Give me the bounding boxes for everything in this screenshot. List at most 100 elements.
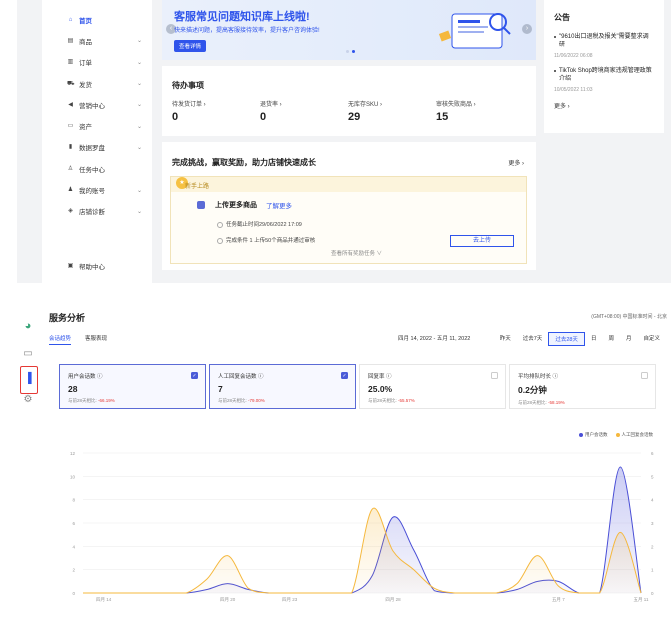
- sidebar-item-label: 发货: [79, 81, 92, 89]
- x-tick: 五月 11: [634, 597, 649, 603]
- todo-panel: 待办事项 待发货订单 › 0 退货率 › 0 无库存SKU › 29 审核失败商品 › 15: [162, 66, 536, 136]
- task-deadline: 任务截止时间29/06/2022 17:09: [217, 220, 302, 228]
- y-tick-right: 6: [651, 451, 654, 456]
- sidebar-item[interactable]: ◀ 营销中心 ⌄: [42, 94, 152, 115]
- sidebar-item-label: 资产: [79, 124, 92, 132]
- sidebar-item[interactable]: ▥ 订单 ⌄: [42, 52, 152, 73]
- chevron-down-icon[interactable]: ⌄: [137, 187, 142, 194]
- sidebar-item-label: 商品: [79, 38, 92, 46]
- gear-icon[interactable]: ⚙: [21, 393, 35, 407]
- banner-detail-button[interactable]: 查看详情: [174, 40, 207, 52]
- y-tick-right: 1: [651, 568, 654, 573]
- announcement-panel: 公告 "9610出口退税及报关"需要整求调研 11/06/2022 06:08 …: [544, 0, 664, 133]
- sidebar-item[interactable]: ◈ 店铺诊断 ⌄: [42, 201, 152, 222]
- todo-item[interactable]: 审核失败商品 › 15: [436, 99, 524, 123]
- x-tick: 五月 7: [552, 597, 565, 603]
- chevron-right-icon[interactable]: ›: [522, 24, 532, 34]
- chevron-down-icon[interactable]: ⌄: [137, 123, 142, 130]
- todo-item[interactable]: 退货率 › 0: [260, 99, 348, 123]
- y-tick-left: 10: [70, 474, 76, 479]
- conversation-trend-chart: 0246810120123456四月 14 四月 20 四月 23 四月 28 五月 7…: [70, 451, 654, 603]
- chevron-down-icon[interactable]: ⌄: [137, 101, 142, 108]
- todo-item[interactable]: 无库存SKU › 29: [348, 99, 436, 123]
- chevron-down-icon[interactable]: ⌄: [137, 37, 142, 44]
- megaphone-icon: ◀: [68, 101, 73, 108]
- sidebar-item-label: 帮助中心: [79, 263, 105, 271]
- sidebar-item[interactable]: ♟ 我的账号 ⌄: [42, 179, 152, 200]
- service-analysis-panel: 服务分析 (GMT+08:00) 中国标准时间 - 北京 会话趋势 客服表现 四月…: [41, 303, 671, 608]
- chat-icon[interactable]: ▭: [21, 347, 35, 361]
- y-tick-right: 5: [651, 474, 654, 479]
- todo-count: 0: [172, 111, 179, 123]
- sidebar-item[interactable]: ♙ 任务中心: [42, 158, 152, 179]
- sidebar-item-label: 数据罗盘: [79, 145, 105, 153]
- sidebar-item[interactable]: ⌂ 首页: [42, 9, 152, 30]
- x-tick: 四月 20: [220, 597, 236, 603]
- step-icon: [217, 237, 223, 244]
- y-tick-right: 4: [651, 498, 654, 503]
- sidebar-item[interactable]: ▤ 商品 ⌄: [42, 30, 152, 51]
- home-icon: ⌂: [68, 16, 73, 23]
- bar-chart-icon: ▮: [68, 144, 73, 151]
- task-learn-more-link[interactable]: 了解更多: [266, 200, 292, 210]
- sidebar-item-label: 我的账号: [79, 188, 105, 196]
- wallet-icon: ▭: [67, 123, 74, 130]
- announcement-title[interactable]: TikTok Shop跨境商家违规管理政策介绍: [554, 67, 654, 83]
- y-tick-left: 0: [72, 591, 75, 596]
- sidebar-item-label: 店铺诊断: [79, 209, 105, 217]
- sidebar-item-label: 订单: [79, 60, 92, 68]
- chevron-down-icon[interactable]: ⌄: [137, 208, 142, 215]
- announcement-date: 11/06/2022 06:08: [554, 53, 593, 59]
- x-tick: 四月 14: [96, 597, 112, 603]
- upload-button[interactable]: 去上传: [450, 235, 514, 247]
- chevron-down-icon[interactable]: ⌄: [137, 59, 142, 66]
- sidebar-item-label: 营销中心: [79, 102, 105, 110]
- todo-count: 15: [436, 111, 449, 123]
- sidebar-item[interactable]: ▭ 资产 ⌄: [42, 115, 152, 136]
- shield-icon: ◈: [68, 208, 73, 215]
- announcement-item[interactable]: TikTok Shop跨境商家违规管理政策介绍 10/05/2022 11:03: [554, 67, 654, 93]
- challenge-more-link[interactable]: 更多 ›: [508, 158, 524, 167]
- help-icon: ▣: [67, 262, 74, 269]
- announcement-item[interactable]: "9610出口退税及报关"需要整求调研 11/06/2022 06:08: [554, 33, 654, 59]
- todo-label[interactable]: 退货率 ›: [260, 99, 348, 108]
- avatar[interactable]: ◕: [21, 319, 35, 333]
- carousel-dots[interactable]: [346, 50, 355, 53]
- announcement-banner[interactable]: ‹ › 客服常见问题知识库上线啦! 快来描述问题，提高客服接待效率，提升客户咨询…: [162, 0, 536, 60]
- banner-title: 客服常见问题知识库上线啦!: [174, 11, 310, 23]
- todo-item[interactable]: 待发货订单 › 0: [172, 99, 260, 123]
- chevron-down-icon[interactable]: ⌄: [137, 144, 142, 151]
- y-tick-left: 2: [72, 568, 75, 573]
- banner-subtitle: 快来描述问题，提高客服接待效率，提升客户咨询体验!: [174, 28, 320, 34]
- todo-label[interactable]: 待发货订单 ›: [172, 99, 260, 108]
- sidebar-item[interactable]: ⛟ 发货 ⌄: [42, 73, 152, 94]
- y-tick-right: 2: [651, 544, 654, 549]
- y-tick-right: 0: [651, 591, 654, 596]
- task-card: ★ 新手上路 上传更多商品 了解更多 任务截止时间29/06/2022 17:0…: [170, 176, 527, 264]
- todo-label[interactable]: 审核失败商品 ›: [436, 99, 524, 108]
- task-title: 上传更多商品: [215, 202, 257, 209]
- product-task-icon: [197, 201, 205, 209]
- see-all-tasks-link[interactable]: 查看所有奖励任务 ∨: [331, 249, 382, 257]
- order-icon: ▥: [67, 59, 74, 66]
- todo-label[interactable]: 无库存SKU ›: [348, 99, 436, 108]
- product-icon: ▤: [67, 37, 74, 44]
- analytics-icon[interactable]: ▐: [21, 372, 35, 386]
- left-rail: ◕ ▭ ▐ ⚙: [17, 303, 41, 608]
- announcement-title[interactable]: "9610出口退税及报关"需要整求调研: [554, 33, 654, 49]
- chevron-down-icon[interactable]: ⌄: [137, 80, 142, 87]
- x-tick: 四月 23: [282, 597, 298, 603]
- y-tick-left: 6: [72, 521, 75, 526]
- sidebar-item-help[interactable]: ▣ 帮助中心: [42, 255, 152, 276]
- task-icon: ♙: [67, 165, 74, 172]
- truck-icon: ⛟: [67, 80, 75, 87]
- y-tick-left: 8: [72, 498, 75, 503]
- sidebar-item-label: 首页: [79, 17, 92, 25]
- task-level-label: 新手上路: [185, 184, 210, 190]
- x-tick: 四月 28: [385, 597, 401, 603]
- sidebar-item[interactable]: ▮ 数据罗盘 ⌄: [42, 137, 152, 158]
- task-condition: 完成条件 1 上传50个商品并通过审核: [217, 236, 315, 244]
- task-level-band: ★ 新手上路: [171, 177, 526, 192]
- clock-icon: [217, 221, 223, 228]
- announcement-more-link[interactable]: 更多 ›: [554, 101, 654, 110]
